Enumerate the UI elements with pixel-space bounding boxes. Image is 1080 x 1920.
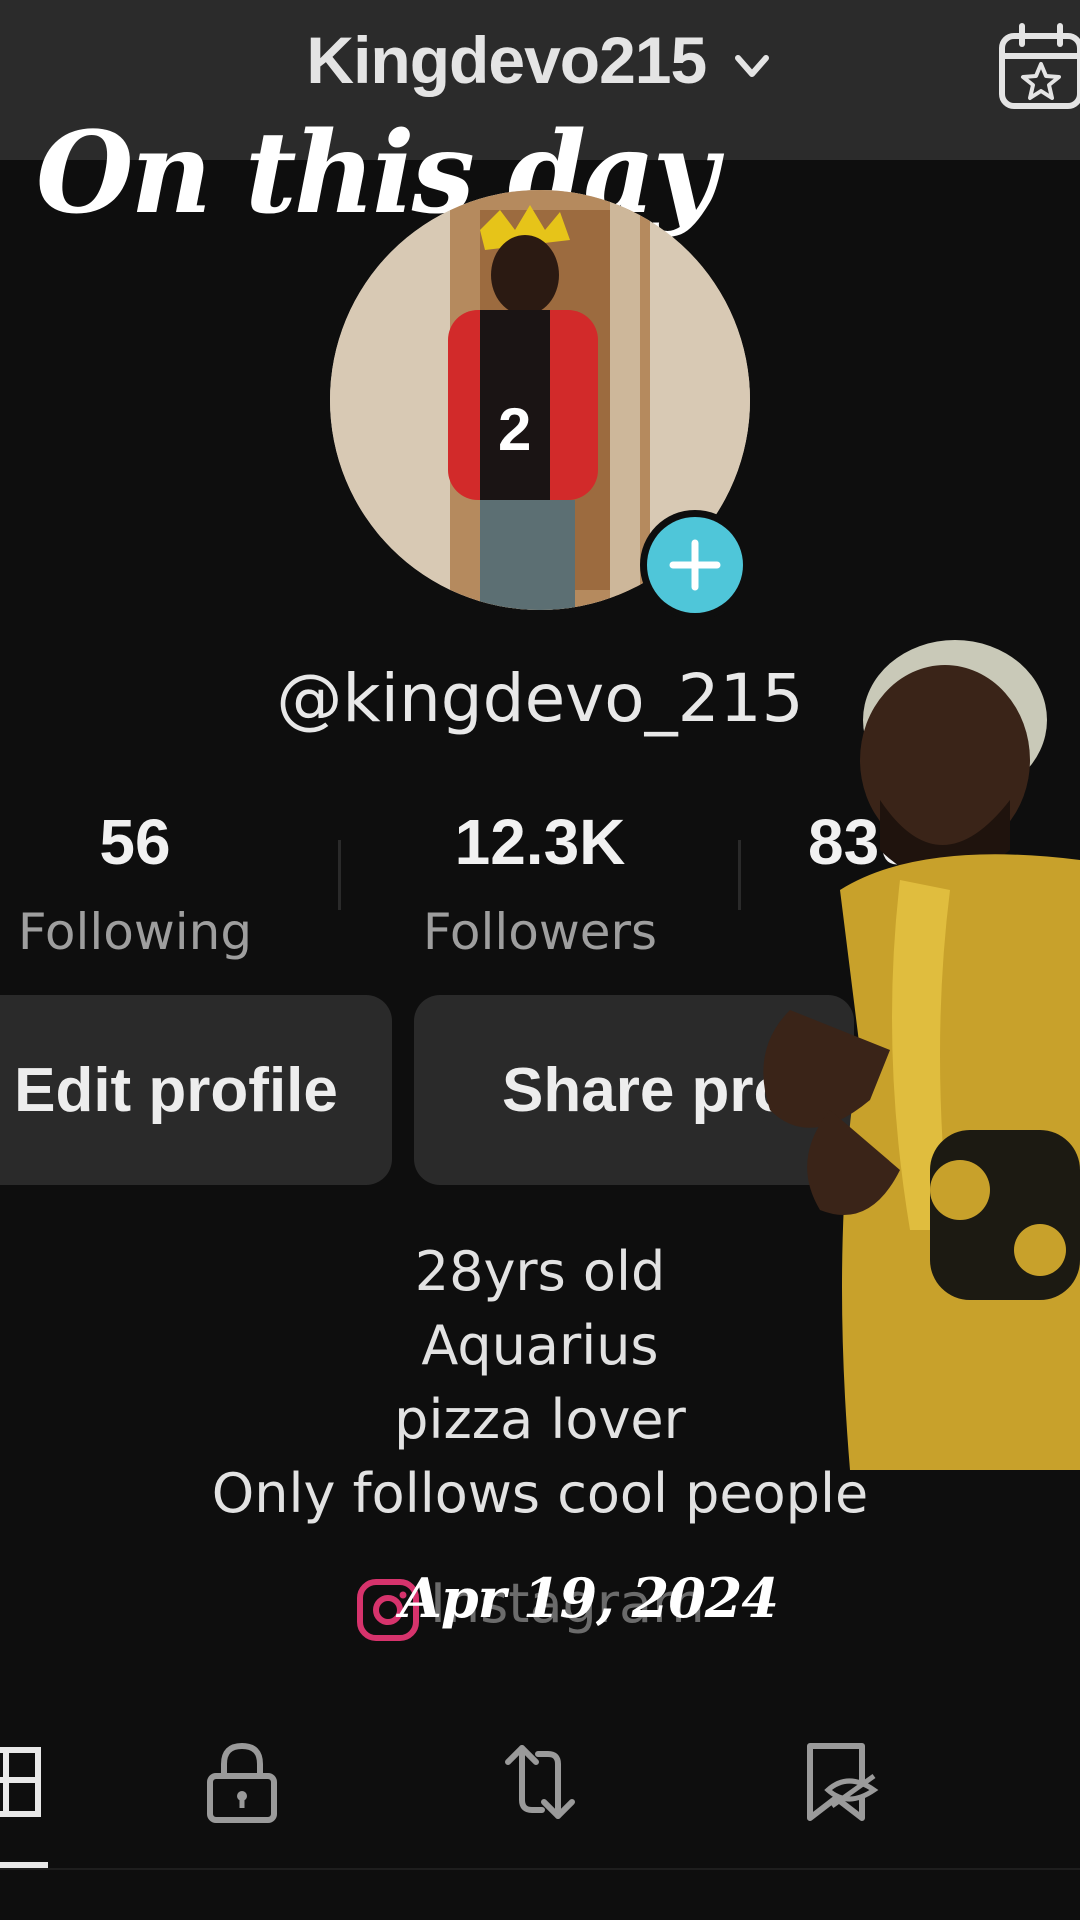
memory-date: Apr 19, 2024 bbox=[400, 1566, 779, 1630]
calendar-star-icon[interactable] bbox=[996, 22, 1080, 112]
edit-profile-button[interactable]: Edit profile bbox=[0, 995, 392, 1185]
followers-count[interactable]: 12.3K bbox=[390, 805, 690, 879]
hidden-bookmark-icon[interactable] bbox=[798, 1740, 882, 1824]
repost-icon[interactable] bbox=[498, 1740, 582, 1824]
chevron-down-icon bbox=[734, 54, 769, 77]
add-avatar-circle bbox=[647, 517, 743, 613]
followers-label[interactable]: Followers bbox=[390, 903, 690, 961]
account-switcher[interactable]: Kingdevo215 bbox=[0, 22, 1080, 98]
bio-line: Only follows cool people bbox=[211, 1462, 869, 1525]
person-sticker bbox=[763, 640, 1080, 1470]
stat-divider bbox=[738, 840, 741, 910]
stat-divider bbox=[338, 840, 341, 910]
following-count[interactable]: 56 bbox=[0, 805, 270, 879]
lock-icon[interactable] bbox=[200, 1740, 284, 1824]
tab-bar-divider bbox=[0, 1868, 1080, 1870]
grid-icon[interactable] bbox=[0, 1740, 48, 1824]
add-avatar-button[interactable] bbox=[640, 510, 750, 620]
edit-profile-label: Edit profile bbox=[14, 1055, 338, 1125]
following-label[interactable]: Following bbox=[0, 903, 270, 961]
plus-icon bbox=[669, 539, 721, 591]
account-name: Kingdevo215 bbox=[306, 23, 707, 97]
jersey-number: 2 bbox=[498, 396, 531, 463]
